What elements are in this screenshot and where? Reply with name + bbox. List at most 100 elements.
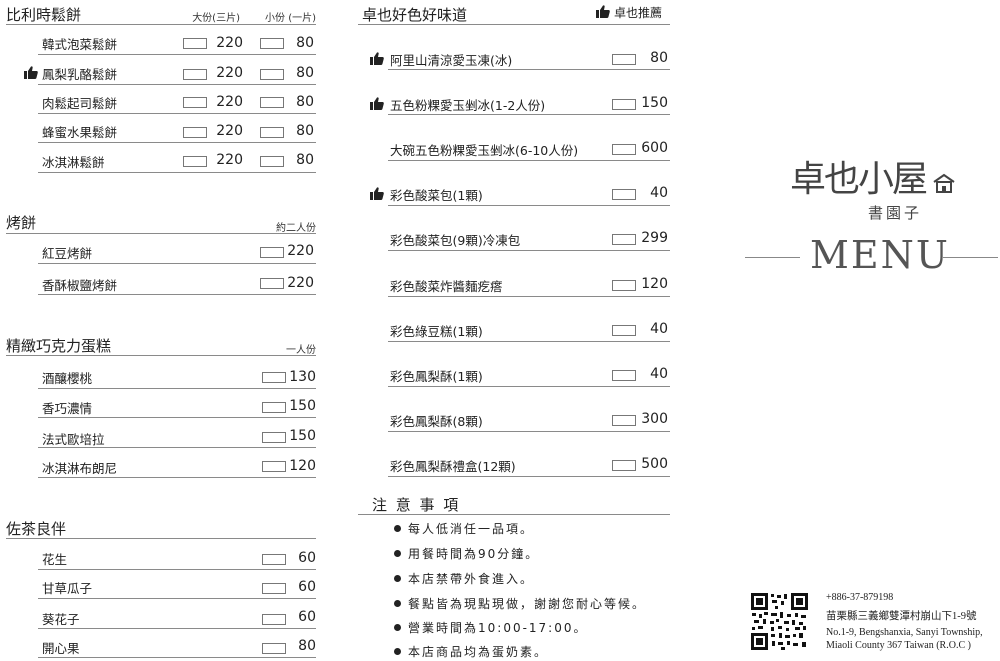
bullet (394, 624, 401, 631)
row-rule (38, 294, 316, 295)
price-large: 220 (216, 94, 243, 110)
menu-item-name: 甘草瓜子 (42, 581, 93, 596)
row-rule (38, 142, 316, 143)
price: 120 (641, 276, 668, 292)
section-rule (6, 233, 316, 234)
note-text: 用餐時間為90分鐘。 (408, 547, 540, 561)
row-rule (38, 417, 316, 418)
section-rule (6, 24, 316, 25)
menu-item-name: 開心果 (42, 641, 80, 656)
menu-item-name: 法式歐培拉 (42, 432, 105, 447)
price: 40 (650, 366, 668, 382)
price: 220 (287, 275, 314, 291)
price-large: 220 (216, 123, 243, 139)
thumbs-up-icon (370, 52, 384, 65)
price: 60 (298, 550, 316, 566)
menu-item-name: 彩色酸菜包(9顆)冷凍包 (390, 233, 521, 248)
price: 150 (289, 428, 316, 444)
row-rule (388, 296, 670, 297)
section-title: 佐茶良伴 (6, 520, 67, 538)
address-zh: 苗栗縣三義鄉雙潭村崩山下1-9號 (826, 611, 977, 622)
recommend-label: 卓也推薦 (614, 6, 663, 20)
portion-label: 約二人份 (276, 223, 316, 234)
menu-heading: MENU (810, 233, 950, 277)
row-rule (38, 113, 316, 114)
section-rule (358, 514, 670, 515)
address-en-line1: No.1-9, Bengshanxia, Sanyi Township, (826, 627, 983, 638)
thumbs-up-icon (24, 66, 38, 79)
menu-item-name: 鳳梨乳酪鬆餅 (42, 67, 118, 82)
section-title: 比利時鬆餅 (6, 6, 82, 24)
price-small: 80 (296, 123, 314, 139)
row-rule (38, 477, 316, 478)
menu-item-name: 彩色鳳梨酥(1顆) (390, 369, 483, 384)
menu-item-name: 花生 (42, 552, 68, 567)
price-large: 220 (216, 152, 243, 168)
price: 130 (289, 369, 316, 385)
bullet (394, 575, 401, 582)
row-rule (388, 69, 670, 70)
logo-subtitle: 書園子 (868, 204, 923, 222)
price: 220 (287, 243, 314, 259)
row-rule (38, 263, 316, 264)
phone-number: +886-37-879198 (826, 592, 894, 603)
address-en-line2: Miaoli County 367 Taiwan (R.O.C ) (826, 640, 971, 651)
price: 40 (650, 321, 668, 337)
row-rule (38, 657, 316, 658)
row-rule (38, 54, 316, 55)
price-small: 80 (296, 65, 314, 81)
note-text: 營業時間為10:00-17:00。 (408, 621, 588, 635)
divider-right (943, 257, 998, 258)
size-small-label: 小份 (一片) (265, 13, 316, 24)
row-rule (388, 114, 670, 115)
row-rule (388, 386, 670, 387)
row-rule (38, 172, 316, 173)
price: 600 (641, 140, 668, 156)
row-rule (388, 341, 670, 342)
price: 60 (298, 579, 316, 595)
menu-item-name: 葵花子 (42, 612, 80, 627)
row-rule (38, 569, 316, 570)
divider-left (745, 257, 800, 258)
row-rule (388, 431, 670, 432)
menu-item-name: 冰淇淋鬆餅 (42, 155, 105, 170)
menu-item-name: 香酥椒鹽烤餅 (42, 278, 118, 293)
price-small: 80 (296, 94, 314, 110)
price: 60 (298, 609, 316, 625)
size-large-label: 大份(三片) (192, 13, 240, 24)
price-large: 220 (216, 35, 243, 51)
house-icon (933, 173, 955, 193)
note-text: 本店禁帶外食進入。 (408, 572, 535, 586)
menu-item-name: 五色粉粿愛玉剉冰(1-2人份) (390, 98, 546, 113)
bullet (394, 600, 401, 607)
price: 150 (641, 95, 668, 111)
section-title: 卓也好色好味道 (362, 6, 468, 24)
logo-wordmark: 卓也小屋 (790, 159, 928, 200)
portion-label: 一人份 (286, 345, 316, 356)
menu-item-name: 彩色酸菜炸醬麵疙瘩 (390, 279, 503, 294)
price: 300 (641, 411, 668, 427)
row-rule (388, 250, 670, 251)
row-rule (388, 160, 670, 161)
price: 40 (650, 185, 668, 201)
note-text: 餐點皆為現點現做，謝謝您耐心等候。 (408, 597, 647, 611)
note-text: 本店商品均為蛋奶素。 (408, 645, 549, 659)
thumbs-up-icon (370, 97, 384, 110)
menu-item-name: 彩色酸菜包(1顆) (390, 188, 483, 203)
menu-item-name: 阿里山清涼愛玉凍(冰) (390, 53, 513, 68)
price: 80 (298, 638, 316, 654)
menu-item-name: 紅豆烤餅 (42, 246, 93, 261)
bullet (394, 550, 401, 557)
menu-item-name: 蜂蜜水果鬆餅 (42, 125, 118, 140)
price: 150 (289, 398, 316, 414)
row-rule (38, 84, 316, 85)
row-rule (38, 598, 316, 599)
bullet (394, 525, 401, 532)
menu-item-name: 酒釀櫻桃 (42, 371, 93, 386)
row-rule (38, 388, 316, 389)
qr-code-icon[interactable] (751, 593, 808, 650)
row-rule (388, 205, 670, 206)
menu-item-name: 彩色鳳梨酥(8顆) (390, 414, 483, 429)
menu-item-name: 大碗五色粉粿愛玉剉冰(6-10人份) (390, 143, 579, 158)
section-title: 烤餅 (6, 214, 37, 232)
